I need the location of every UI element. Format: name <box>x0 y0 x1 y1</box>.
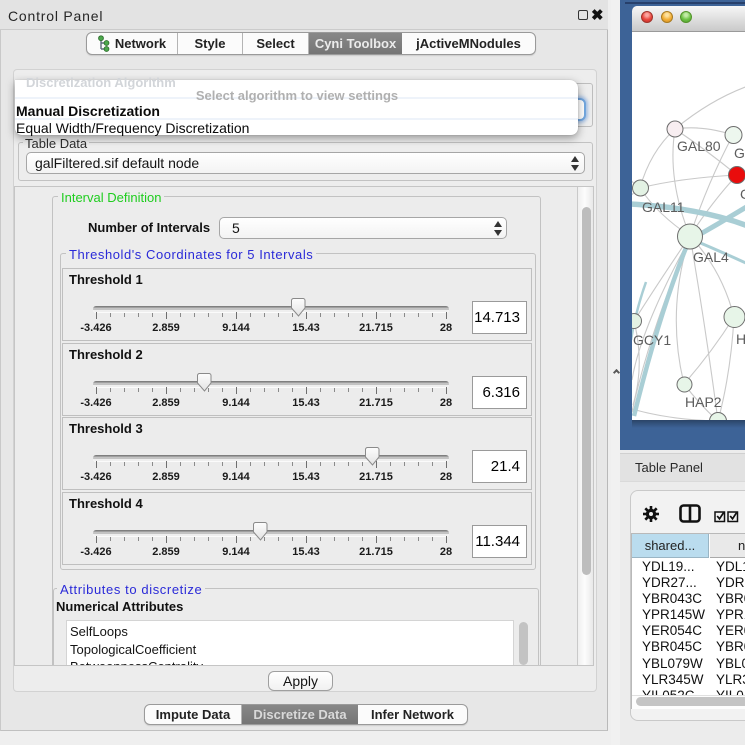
svg-text:H: H <box>736 331 745 347</box>
svg-text:GA: GA <box>734 145 745 161</box>
svg-text:C: C <box>740 186 745 202</box>
svg-text:HAP2: HAP2 <box>685 394 722 410</box>
svg-text:GCY1: GCY1 <box>633 332 671 348</box>
svg-text:GAL80: GAL80 <box>677 138 721 154</box>
svg-text:GAL11: GAL11 <box>642 199 685 215</box>
svg-text:GAL4: GAL4 <box>693 249 729 265</box>
